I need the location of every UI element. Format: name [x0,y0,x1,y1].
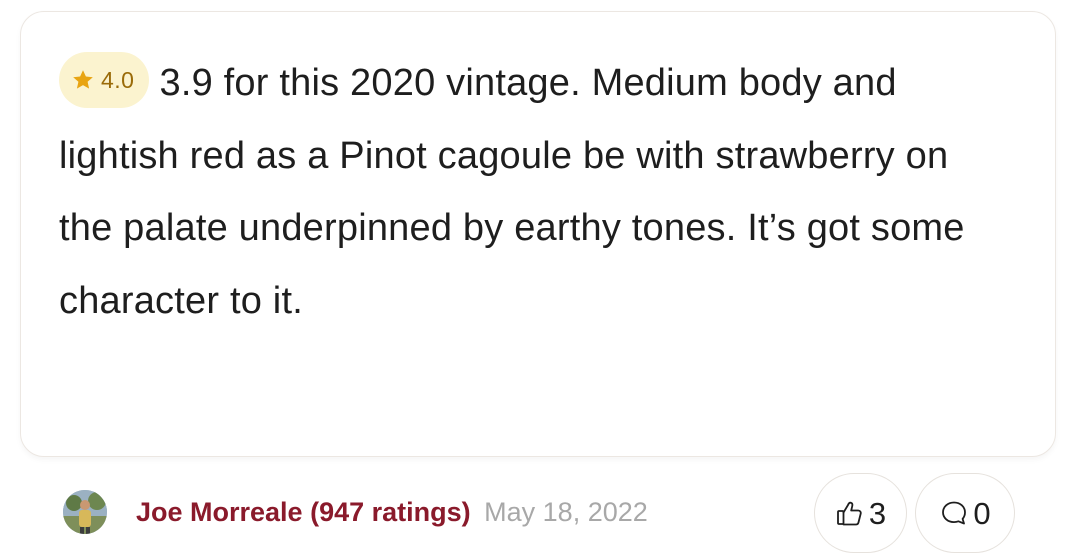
like-button[interactable]: 3 [814,473,907,553]
author-line: Joe Morreale (947 ratings) May 18, 2022 [136,494,648,530]
review-text: 3.9 for this 2020 vintage. Medium body a… [59,62,965,322]
rating-value: 4.0 [101,67,135,93]
author-name-link[interactable]: Joe Morreale (947 ratings) [136,497,471,527]
comment-button[interactable]: 0 [915,473,1015,553]
review-body: 4.0 3.9 for this 2020 vintage. Medium bod… [59,47,989,337]
rating-badge: 4.0 [59,52,150,108]
comment-bubble-icon [939,498,969,528]
avatar[interactable] [63,490,107,534]
like-count: 3 [868,495,887,531]
review-footer: Joe Morreale (947 ratings) May 18, 2022 … [0,468,1074,558]
thumbs-up-icon [835,498,865,528]
comment-count: 0 [973,495,991,531]
star-icon [71,68,95,92]
review-date: May 18, 2022 [484,497,648,527]
